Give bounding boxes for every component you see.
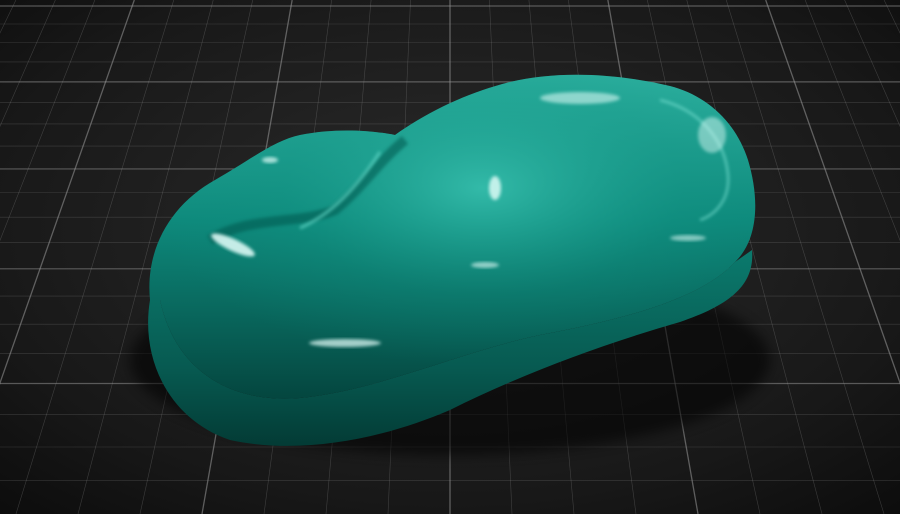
- scene-canvas: [0, 0, 900, 514]
- highlight-rear: [698, 117, 726, 153]
- highlight-side: [309, 339, 381, 347]
- highlight-rear-edge: [670, 235, 706, 241]
- render-scene: [0, 0, 900, 514]
- highlight-side-2: [471, 262, 499, 268]
- highlight-roof: [540, 92, 620, 104]
- highlight-hood: [489, 176, 501, 200]
- highlight-front-small: [262, 157, 278, 163]
